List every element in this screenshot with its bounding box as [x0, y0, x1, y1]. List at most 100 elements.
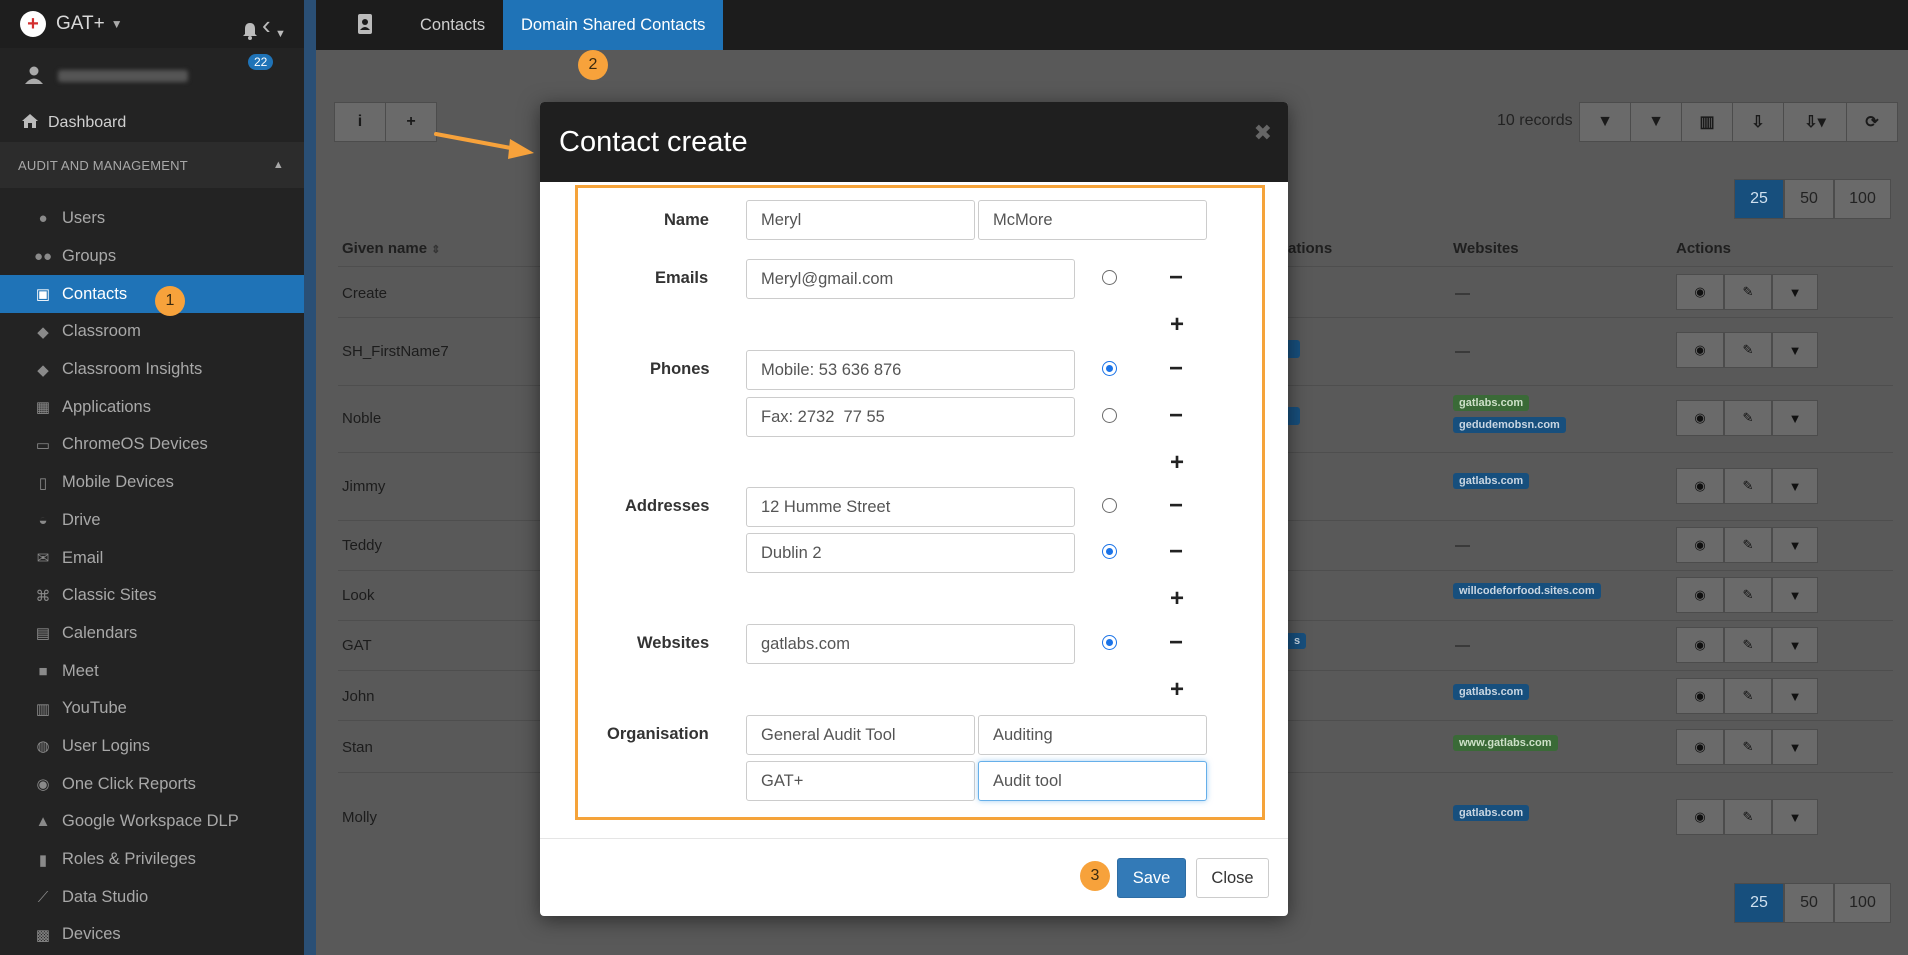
- address-1-primary-radio[interactable]: [1102, 498, 1117, 513]
- caret-down-icon[interactable]: ▼: [1772, 468, 1818, 504]
- close-button[interactable]: Close: [1196, 858, 1269, 898]
- edit-icon[interactable]: ✎: [1724, 627, 1772, 663]
- remove-address-2-icon[interactable]: −: [1166, 540, 1186, 564]
- add-website-icon[interactable]: +: [1167, 678, 1187, 702]
- edit-icon[interactable]: ✎: [1724, 678, 1772, 714]
- close-icon[interactable]: ✖: [1254, 120, 1272, 146]
- bell-icon[interactable]: [242, 22, 258, 45]
- phone-2-primary-radio[interactable]: [1102, 408, 1117, 423]
- page-size-100[interactable]: 100: [1834, 179, 1891, 219]
- page-size-50[interactable]: 50: [1784, 179, 1834, 219]
- email-primary-radio[interactable]: [1102, 270, 1117, 285]
- sidebar-item-data-studio[interactable]: ⟋ Data Studio: [0, 878, 304, 916]
- sidebar-item-youtube[interactable]: ▥ YouTube: [0, 690, 304, 728]
- view-icon[interactable]: ◉: [1676, 799, 1724, 835]
- sidebar-item-users[interactable]: ● Users: [0, 200, 304, 238]
- address-input-2[interactable]: [746, 533, 1075, 573]
- website-primary-radio[interactable]: [1102, 635, 1117, 650]
- sidebar-item-groups[interactable]: ●● Groups: [0, 238, 304, 276]
- column-websites[interactable]: Websites: [1453, 240, 1519, 257]
- caret-down-icon[interactable]: ▼: [1772, 527, 1818, 563]
- sidebar-item-classroom[interactable]: ◆ Classroom: [0, 313, 304, 351]
- page-size-50[interactable]: 50: [1784, 883, 1834, 923]
- edit-icon[interactable]: ✎: [1724, 577, 1772, 613]
- edit-icon[interactable]: ✎: [1724, 400, 1772, 436]
- sidebar-item-one-click-reports[interactable]: ◉ One Click Reports: [0, 765, 304, 803]
- page-size-100[interactable]: 100: [1834, 883, 1891, 923]
- sidebar-item-email[interactable]: ✉ Email: [0, 539, 304, 577]
- caret-down-icon[interactable]: ▼: [1772, 400, 1818, 436]
- first-name-input[interactable]: [746, 200, 975, 240]
- tab-domain-shared-contacts[interactable]: Domain Shared Contacts: [503, 0, 724, 50]
- organisation-name-input[interactable]: [746, 715, 975, 755]
- phone-input-1[interactable]: [746, 350, 1075, 390]
- view-icon[interactable]: ◉: [1676, 468, 1724, 504]
- sidebar-item-dashboard[interactable]: Dashboard: [0, 104, 304, 142]
- save-button[interactable]: Save: [1117, 858, 1186, 898]
- edit-icon[interactable]: ✎: [1724, 527, 1772, 563]
- edit-icon[interactable]: ✎: [1724, 799, 1772, 835]
- add-address-icon[interactable]: +: [1167, 587, 1187, 611]
- sidebar-item-mobile-devices[interactable]: ▯ Mobile Devices: [0, 464, 304, 502]
- sidebar-item-applications[interactable]: ▦ Applications: [0, 388, 304, 426]
- brand[interactable]: + GAT+ ▼: [0, 0, 304, 48]
- column-given-name[interactable]: Given name ⇕: [342, 240, 440, 257]
- sidebar-item-classic-sites[interactable]: ⌘ Classic Sites: [0, 577, 304, 615]
- sidebar-scrollbar[interactable]: [304, 0, 316, 955]
- email-input[interactable]: [746, 259, 1075, 299]
- view-icon[interactable]: ◉: [1676, 400, 1724, 436]
- page-size-25[interactable]: 25: [1734, 883, 1784, 923]
- view-icon[interactable]: ◉: [1676, 332, 1724, 368]
- organisation-name-2-input[interactable]: [746, 761, 975, 801]
- view-icon[interactable]: ◉: [1676, 274, 1724, 310]
- sidebar-item-meet[interactable]: ■ Meet: [0, 652, 304, 690]
- address-book-icon[interactable]: [356, 14, 374, 39]
- last-name-input[interactable]: [978, 200, 1207, 240]
- column-organisations[interactable]: ations: [1288, 240, 1332, 257]
- edit-icon[interactable]: ✎: [1724, 274, 1772, 310]
- sidebar-item-roles-privileges[interactable]: ▮ Roles & Privileges: [0, 841, 304, 879]
- export-options-button[interactable]: ⇩▾: [1783, 102, 1847, 142]
- caret-down-icon[interactable]: ▼: [1772, 729, 1818, 765]
- section-audit-management[interactable]: AUDIT AND MANAGEMENT ▲: [0, 142, 304, 188]
- address-2-primary-radio[interactable]: [1102, 544, 1117, 559]
- info-button[interactable]: i: [334, 102, 386, 142]
- columns-button[interactable]: ▥: [1681, 102, 1733, 142]
- organisation-title-input[interactable]: [978, 761, 1207, 801]
- remove-website-icon[interactable]: −: [1166, 631, 1186, 655]
- filter-button[interactable]: ▼: [1579, 102, 1631, 142]
- remove-address-1-icon[interactable]: −: [1166, 494, 1186, 518]
- sidebar-item-user-logins[interactable]: ◍ User Logins: [0, 728, 304, 766]
- remove-phone-2-icon[interactable]: −: [1166, 404, 1186, 428]
- view-icon[interactable]: ◉: [1676, 678, 1724, 714]
- view-icon[interactable]: ◉: [1676, 729, 1724, 765]
- view-icon[interactable]: ◉: [1676, 627, 1724, 663]
- caret-down-icon[interactable]: ▼: [275, 28, 286, 40]
- export-button[interactable]: ⇩: [1732, 102, 1784, 142]
- caret-down-icon[interactable]: ▼: [1772, 332, 1818, 368]
- caret-down-icon[interactable]: ▼: [1772, 274, 1818, 310]
- sidebar-item-classroom-insights[interactable]: ◆ Classroom Insights: [0, 351, 304, 389]
- view-icon[interactable]: ◉: [1676, 577, 1724, 613]
- caret-down-icon[interactable]: ▼: [1772, 799, 1818, 835]
- collapse-sidebar-icon[interactable]: ‹: [262, 10, 271, 41]
- caret-down-icon[interactable]: ▼: [1772, 678, 1818, 714]
- edit-icon[interactable]: ✎: [1724, 468, 1772, 504]
- page-size-25[interactable]: 25: [1734, 179, 1784, 219]
- sidebar-item-drive[interactable]: ◒ Drive: [0, 502, 304, 540]
- website-input[interactable]: [746, 624, 1075, 664]
- sidebar-item-google-workspace-dlp[interactable]: ▲ Google Workspace DLP: [0, 803, 304, 841]
- phone-input-2[interactable]: [746, 397, 1075, 437]
- organisation-department-input[interactable]: [978, 715, 1207, 755]
- edit-icon[interactable]: ✎: [1724, 332, 1772, 368]
- view-icon[interactable]: ◉: [1676, 527, 1724, 563]
- sidebar-item-calendars[interactable]: ▤ Calendars: [0, 615, 304, 653]
- add-phone-icon[interactable]: +: [1167, 451, 1187, 475]
- tab-contacts[interactable]: Contacts: [402, 0, 503, 50]
- address-input-1[interactable]: [746, 487, 1075, 527]
- edit-icon[interactable]: ✎: [1724, 729, 1772, 765]
- add-email-icon[interactable]: +: [1167, 313, 1187, 337]
- caret-down-icon[interactable]: ▼: [1772, 627, 1818, 663]
- refresh-button[interactable]: ⟳: [1846, 102, 1898, 142]
- sidebar-item-chromeos-devices[interactable]: ▭ ChromeOS Devices: [0, 426, 304, 464]
